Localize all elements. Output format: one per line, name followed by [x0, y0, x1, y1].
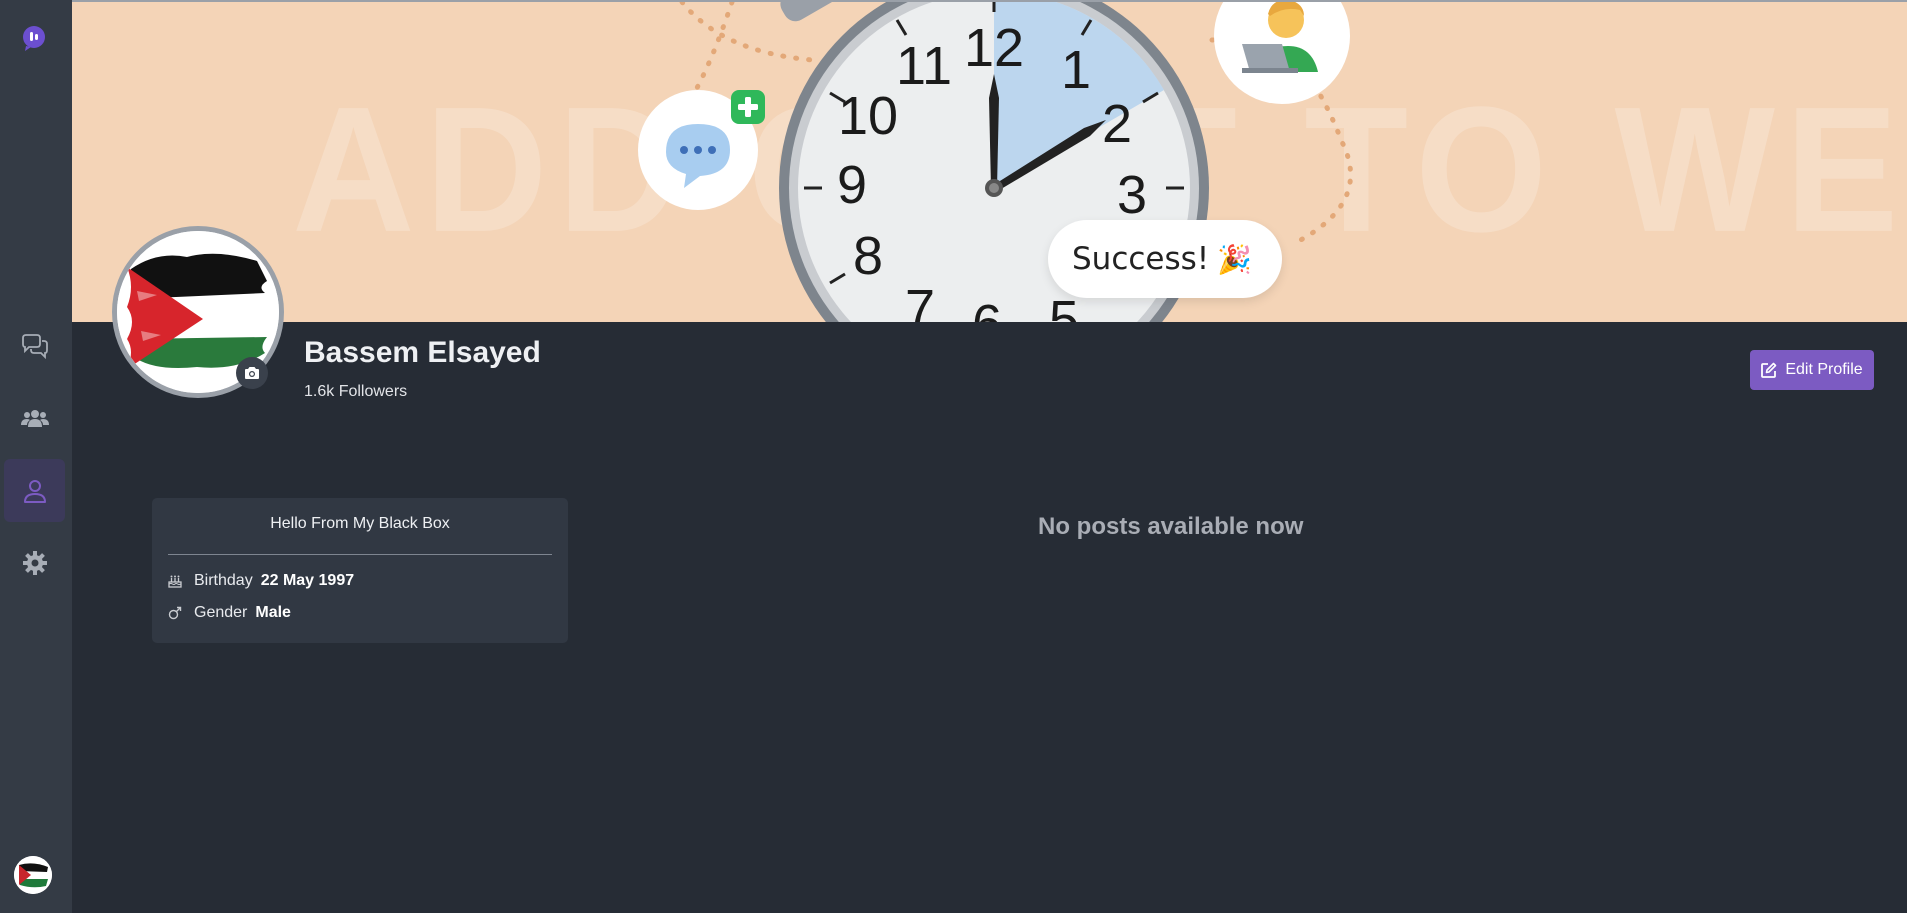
edit-profile-button[interactable]: Edit Profile	[1750, 350, 1874, 390]
about-card: Hello From My Black Box Birthday 22 May …	[152, 498, 568, 643]
gear-icon	[22, 550, 47, 575]
cover-image: ADD CHAT TO WEBSITE	[72, 0, 1907, 322]
edit-profile-label: Edit Profile	[1785, 361, 1863, 378]
sidebar-item-chats[interactable]	[4, 315, 65, 378]
sidebar-item-settings[interactable]	[4, 531, 65, 594]
success-label: Success!	[1072, 241, 1210, 277]
clock-number-8: 8	[853, 226, 883, 286]
male-icon	[168, 606, 182, 620]
clock-number-1: 1	[1061, 40, 1091, 100]
cover-illustration: 12 1 2 3 4 5 6 7 8 9 10 11	[638, 2, 1353, 322]
camera-icon	[245, 367, 259, 379]
birthday-row: Birthday 22 May 1997	[168, 572, 354, 590]
profile-bio: Hello From My Black Box	[270, 515, 450, 532]
gender-row: Gender Male	[168, 604, 291, 622]
clock-number-12: 12	[964, 18, 1024, 78]
chat-logo-icon[interactable]	[20, 24, 48, 52]
sidebar-item-profile[interactable]	[4, 459, 65, 522]
followers-count[interactable]: 1.6k Followers	[304, 383, 407, 401]
user-icon	[23, 479, 46, 503]
clock-number-2: 2	[1102, 94, 1132, 154]
success-badge: Success! 🎉	[1048, 220, 1282, 298]
change-avatar-button[interactable]	[236, 357, 268, 389]
birthday-label: Birthday	[194, 572, 253, 589]
sidebar	[0, 0, 72, 913]
clock-number-3: 3	[1117, 165, 1147, 225]
profile-name: Bassem Elsayed	[304, 336, 541, 369]
gender-label: Gender	[194, 604, 248, 621]
current-user-avatar[interactable]	[14, 856, 52, 894]
birthday-value: 22 May 1997	[260, 572, 355, 589]
main-content: ADD CHAT TO WEBSITE	[72, 0, 1907, 913]
clock-number-7: 7	[905, 279, 935, 322]
divider	[168, 554, 552, 555]
users-icon	[20, 409, 49, 427]
chat-bubbles-icon	[21, 333, 48, 359]
clock-number-11: 11	[896, 36, 952, 96]
empty-posts-message: No posts available now	[1038, 513, 1304, 540]
clock-number-10: 10	[838, 86, 898, 146]
clock-number-9: 9	[837, 155, 867, 215]
edit-icon	[1761, 362, 1777, 378]
sidebar-item-groups[interactable]	[4, 387, 65, 450]
gender-value: Male	[255, 604, 291, 621]
cake-icon	[168, 574, 182, 588]
clock-number-6: 6	[972, 294, 1002, 322]
party-popper-icon: 🎉	[1217, 242, 1253, 276]
